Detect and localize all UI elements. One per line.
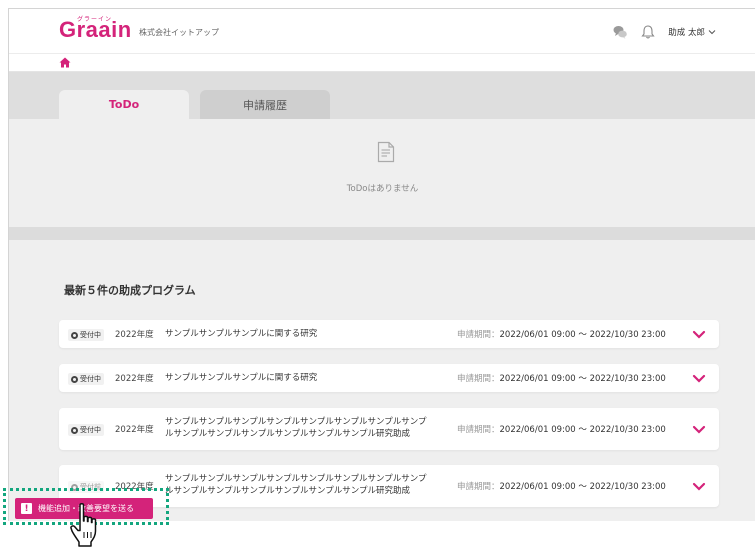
program-card[interactable]: 受付中 2022年度 サンプルサンプルサンプルサンプルサンプルサンプルサンプルサ… bbox=[59, 408, 719, 450]
logo-ruby: グラーイン bbox=[77, 16, 113, 23]
program-year: 2022年度 bbox=[115, 425, 154, 435]
status-badge: 受付中 bbox=[68, 424, 104, 436]
tab-todo[interactable]: ToDo bbox=[59, 90, 189, 119]
program-title-line: サンプルサンプルサンプルサンプルサンプルサンプルサンプルサンプ bbox=[165, 417, 427, 427]
company-name: 株式会社イットアップ bbox=[139, 28, 219, 37]
status-label: 受付中 bbox=[80, 331, 101, 339]
application-period: 申請期間：2022/06/01 09:00 ～ 2022/10/30 23:00 bbox=[457, 480, 666, 492]
app-window: グラーイン Graain 株式会社イットアップ 助成 太郎 ToDo 申請履歴 … bbox=[8, 8, 755, 521]
period-label: 申請期間： bbox=[457, 425, 500, 435]
status-dot-icon bbox=[71, 483, 78, 491]
period-label: 申請期間： bbox=[457, 374, 500, 384]
application-period: 申請期間：2022/06/01 09:00 ～ 2022/10/30 23:00 bbox=[457, 328, 666, 340]
application-period: 申請期間：2022/06/01 09:00 ～ 2022/10/30 23:00 bbox=[457, 372, 666, 384]
status-label: 受付前 bbox=[80, 483, 101, 491]
tab-bar: ToDo 申請履歴 bbox=[9, 72, 755, 119]
program-year: 2022年度 bbox=[115, 374, 154, 384]
status-badge: 受付中 bbox=[68, 329, 104, 341]
section-title: 最新５件の助成プログラム bbox=[64, 284, 196, 297]
program-card[interactable]: 受付前 2022年度 サンプルサンプルサンプルサンプルサンプルサンプルサンプルサ… bbox=[59, 465, 719, 507]
chevron-down-icon[interactable] bbox=[692, 330, 706, 339]
hand-pointer-icon bbox=[70, 502, 97, 547]
status-label: 受付中 bbox=[80, 375, 101, 383]
period-label: 申請期間： bbox=[457, 330, 500, 340]
program-title-line: サンプルサンプルサンプルサンプルサンプルサンプルサンプルサンプ bbox=[165, 474, 427, 484]
period-value: 2022/06/01 09:00 ～ 2022/10/30 23:00 bbox=[499, 330, 666, 340]
bell-icon[interactable] bbox=[640, 24, 656, 40]
status-dot-icon bbox=[71, 375, 78, 383]
status-label: 受付中 bbox=[80, 426, 101, 434]
period-label: 申請期間： bbox=[457, 482, 500, 492]
status-dot-icon bbox=[71, 331, 78, 339]
home-icon[interactable] bbox=[59, 57, 71, 68]
exclamation-icon: ! bbox=[21, 503, 32, 514]
application-period: 申請期間：2022/06/01 09:00 ～ 2022/10/30 23:00 bbox=[457, 423, 666, 435]
program-title: サンプルサンプルサンプルに関する研究 bbox=[165, 373, 318, 383]
chevron-down-icon[interactable] bbox=[692, 425, 706, 434]
period-value: 2022/06/01 09:00 ～ 2022/10/30 23:00 bbox=[499, 374, 666, 384]
program-title: サンプルサンプルサンプルサンプルサンプルサンプルサンプルサンプ ルサンプルサンプ… bbox=[165, 416, 445, 440]
chevron-down-icon[interactable] bbox=[692, 482, 706, 491]
document-icon bbox=[377, 141, 395, 163]
header: グラーイン Graain 株式会社イットアップ 助成 太郎 bbox=[9, 9, 755, 54]
todo-empty-message: ToDoはありません bbox=[346, 184, 419, 194]
chat-bubbles-icon[interactable] bbox=[612, 24, 628, 40]
program-title: サンプルサンプルサンプルサンプルサンプルサンプルサンプルサンプ ルサンプルサンプ… bbox=[165, 473, 445, 497]
status-dot-icon bbox=[71, 426, 78, 434]
section-divider bbox=[9, 227, 755, 240]
program-year: 2022年度 bbox=[115, 330, 154, 340]
tab-application-history[interactable]: 申請履歴 bbox=[200, 90, 330, 119]
user-menu[interactable]: 助成 太郎 bbox=[668, 26, 716, 38]
header-actions: 助成 太郎 bbox=[612, 24, 716, 40]
program-card[interactable]: 受付中 2022年度 サンプルサンプルサンプルに関する研究 申請期間：2022/… bbox=[59, 320, 719, 348]
program-year: 2022年度 bbox=[115, 482, 154, 492]
chevron-down-icon[interactable] bbox=[692, 374, 706, 383]
brand[interactable]: グラーイン Graain bbox=[59, 16, 132, 43]
program-title-line: ルサンプルサンプルサンプルサンプルサンプルサンプル研究助成 bbox=[165, 429, 410, 439]
period-value: 2022/06/01 09:00 ～ 2022/10/30 23:00 bbox=[499, 425, 666, 435]
chevron-down-icon bbox=[708, 30, 716, 35]
program-card[interactable]: 受付中 2022年度 サンプルサンプルサンプルに関する研究 申請期間：2022/… bbox=[59, 364, 719, 392]
user-name: 助成 太郎 bbox=[668, 28, 705, 38]
programs-section: 最新５件の助成プログラム 受付中 2022年度 サンプルサンプルサンプルに関する… bbox=[9, 240, 755, 521]
status-badge: 受付中 bbox=[68, 373, 104, 385]
program-title-line: ルサンプルサンプルサンプルサンプルサンプルサンプル研究助成 bbox=[165, 486, 410, 496]
program-title: サンプルサンプルサンプルに関する研究 bbox=[165, 329, 318, 339]
period-value: 2022/06/01 09:00 ～ 2022/10/30 23:00 bbox=[499, 482, 666, 492]
breadcrumb bbox=[9, 54, 755, 72]
todo-panel: ToDoはありません bbox=[9, 119, 755, 227]
status-badge: 受付前 bbox=[68, 481, 104, 493]
